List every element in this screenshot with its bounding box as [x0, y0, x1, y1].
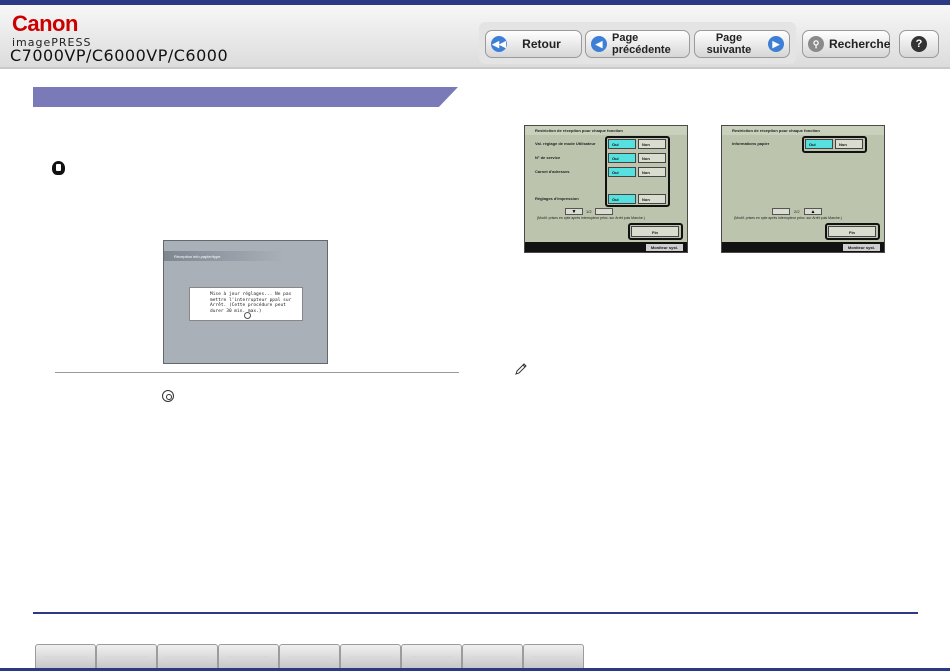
page-up-button[interactable]: [595, 208, 613, 215]
pencil-icon: [515, 363, 527, 375]
hourglass-icon: [244, 312, 251, 319]
pager-text: 1/2: [586, 209, 592, 214]
restart-hint: (Modif. prises en cpte après interrupteu…: [734, 216, 842, 220]
row-label-address-book: Carnet d'adresses: [535, 169, 570, 174]
previous-page-button[interactable]: ◀ Page précédente: [585, 30, 690, 58]
screen-restriction-page-1: Restriction de réception pour chaque fon…: [524, 125, 688, 253]
chapter-tab[interactable]: [523, 644, 584, 668]
chapter-tab[interactable]: [35, 644, 96, 668]
canon-logo: Canon: [12, 11, 78, 36]
chapter-tab[interactable]: [218, 644, 279, 668]
next-page-button[interactable]: Page suivante ▶: [694, 30, 790, 58]
search-button[interactable]: ⚲ Recherche: [802, 30, 890, 58]
important-note-icon: [52, 161, 65, 175]
search-icon: ⚲: [808, 36, 824, 52]
update-message: Mise à jour réglages... Ne pas mettre l'…: [210, 292, 292, 314]
system-monitor-button[interactable]: Moniteur syst.: [842, 244, 880, 251]
divider: [55, 372, 459, 373]
help-icon: ?: [911, 36, 927, 52]
chapter-tab[interactable]: [157, 644, 218, 668]
settings-key-icon: [162, 390, 174, 402]
panel-title: Restriction de réception pour chaque fon…: [525, 126, 687, 135]
arrow-right-icon: ▶: [768, 36, 784, 52]
status-bar: Moniteur syst.: [722, 242, 884, 252]
status-bar: Moniteur syst.: [525, 242, 687, 252]
search-button-label: Recherche: [829, 37, 891, 51]
previous-page-label: Page précédente: [612, 32, 671, 56]
row-label-print-settings: Réglages d'impression: [535, 196, 579, 201]
screen-title: Réception info papier/type: [174, 254, 221, 259]
update-message-box: Mise à jour réglages... Ne pas mettre l'…: [189, 287, 303, 321]
chapter-tab[interactable]: [340, 644, 401, 668]
help-button[interactable]: ?: [899, 30, 939, 58]
chapter-tab[interactable]: [462, 644, 523, 668]
chapter-tab[interactable]: [279, 644, 340, 668]
rewind-icon: ◀◀: [491, 36, 507, 52]
chapter-tabs: [35, 644, 584, 668]
highlight-frame: [605, 136, 670, 207]
panel-title: Restriction de réception pour chaque fon…: [722, 126, 884, 135]
row-label-user-mode: Val. réglage de mode Utilisateur: [535, 141, 596, 146]
pager-text: 2/2: [794, 209, 800, 214]
screen-restriction-page-2: Restriction de réception pour chaque fon…: [721, 125, 885, 253]
screen-title-bar: Réception info papier/type: [164, 251, 284, 261]
row-label-service-number: N° de service: [535, 155, 561, 160]
page-down-button[interactable]: ▼: [565, 208, 583, 215]
page-down-button[interactable]: [772, 208, 790, 215]
row-label-paper-info: Informations papier: [732, 141, 770, 146]
finish-highlight: [628, 223, 683, 240]
model-name: C7000VP/C6000VP/C6000: [10, 46, 229, 65]
page-up-button[interactable]: ▲: [804, 208, 822, 215]
back-button-label: Retour: [522, 37, 561, 51]
next-page-label: Page suivante: [706, 32, 752, 56]
back-button[interactable]: ◀◀ Retour: [485, 30, 582, 58]
screen-updating: Réception info papier/type Mise à jour r…: [163, 240, 328, 364]
footer-rule: [33, 612, 918, 614]
highlight-frame: [802, 136, 867, 153]
chapter-tab[interactable]: [96, 644, 157, 668]
system-monitor-button[interactable]: Moniteur syst.: [645, 244, 683, 251]
chapter-tab[interactable]: [401, 644, 462, 668]
section-heading-bar: [33, 87, 458, 107]
arrow-left-icon: ◀: [591, 36, 607, 52]
restart-hint: (Modif. prises en cpte après interrupteu…: [537, 216, 645, 220]
finish-highlight: [825, 223, 880, 240]
